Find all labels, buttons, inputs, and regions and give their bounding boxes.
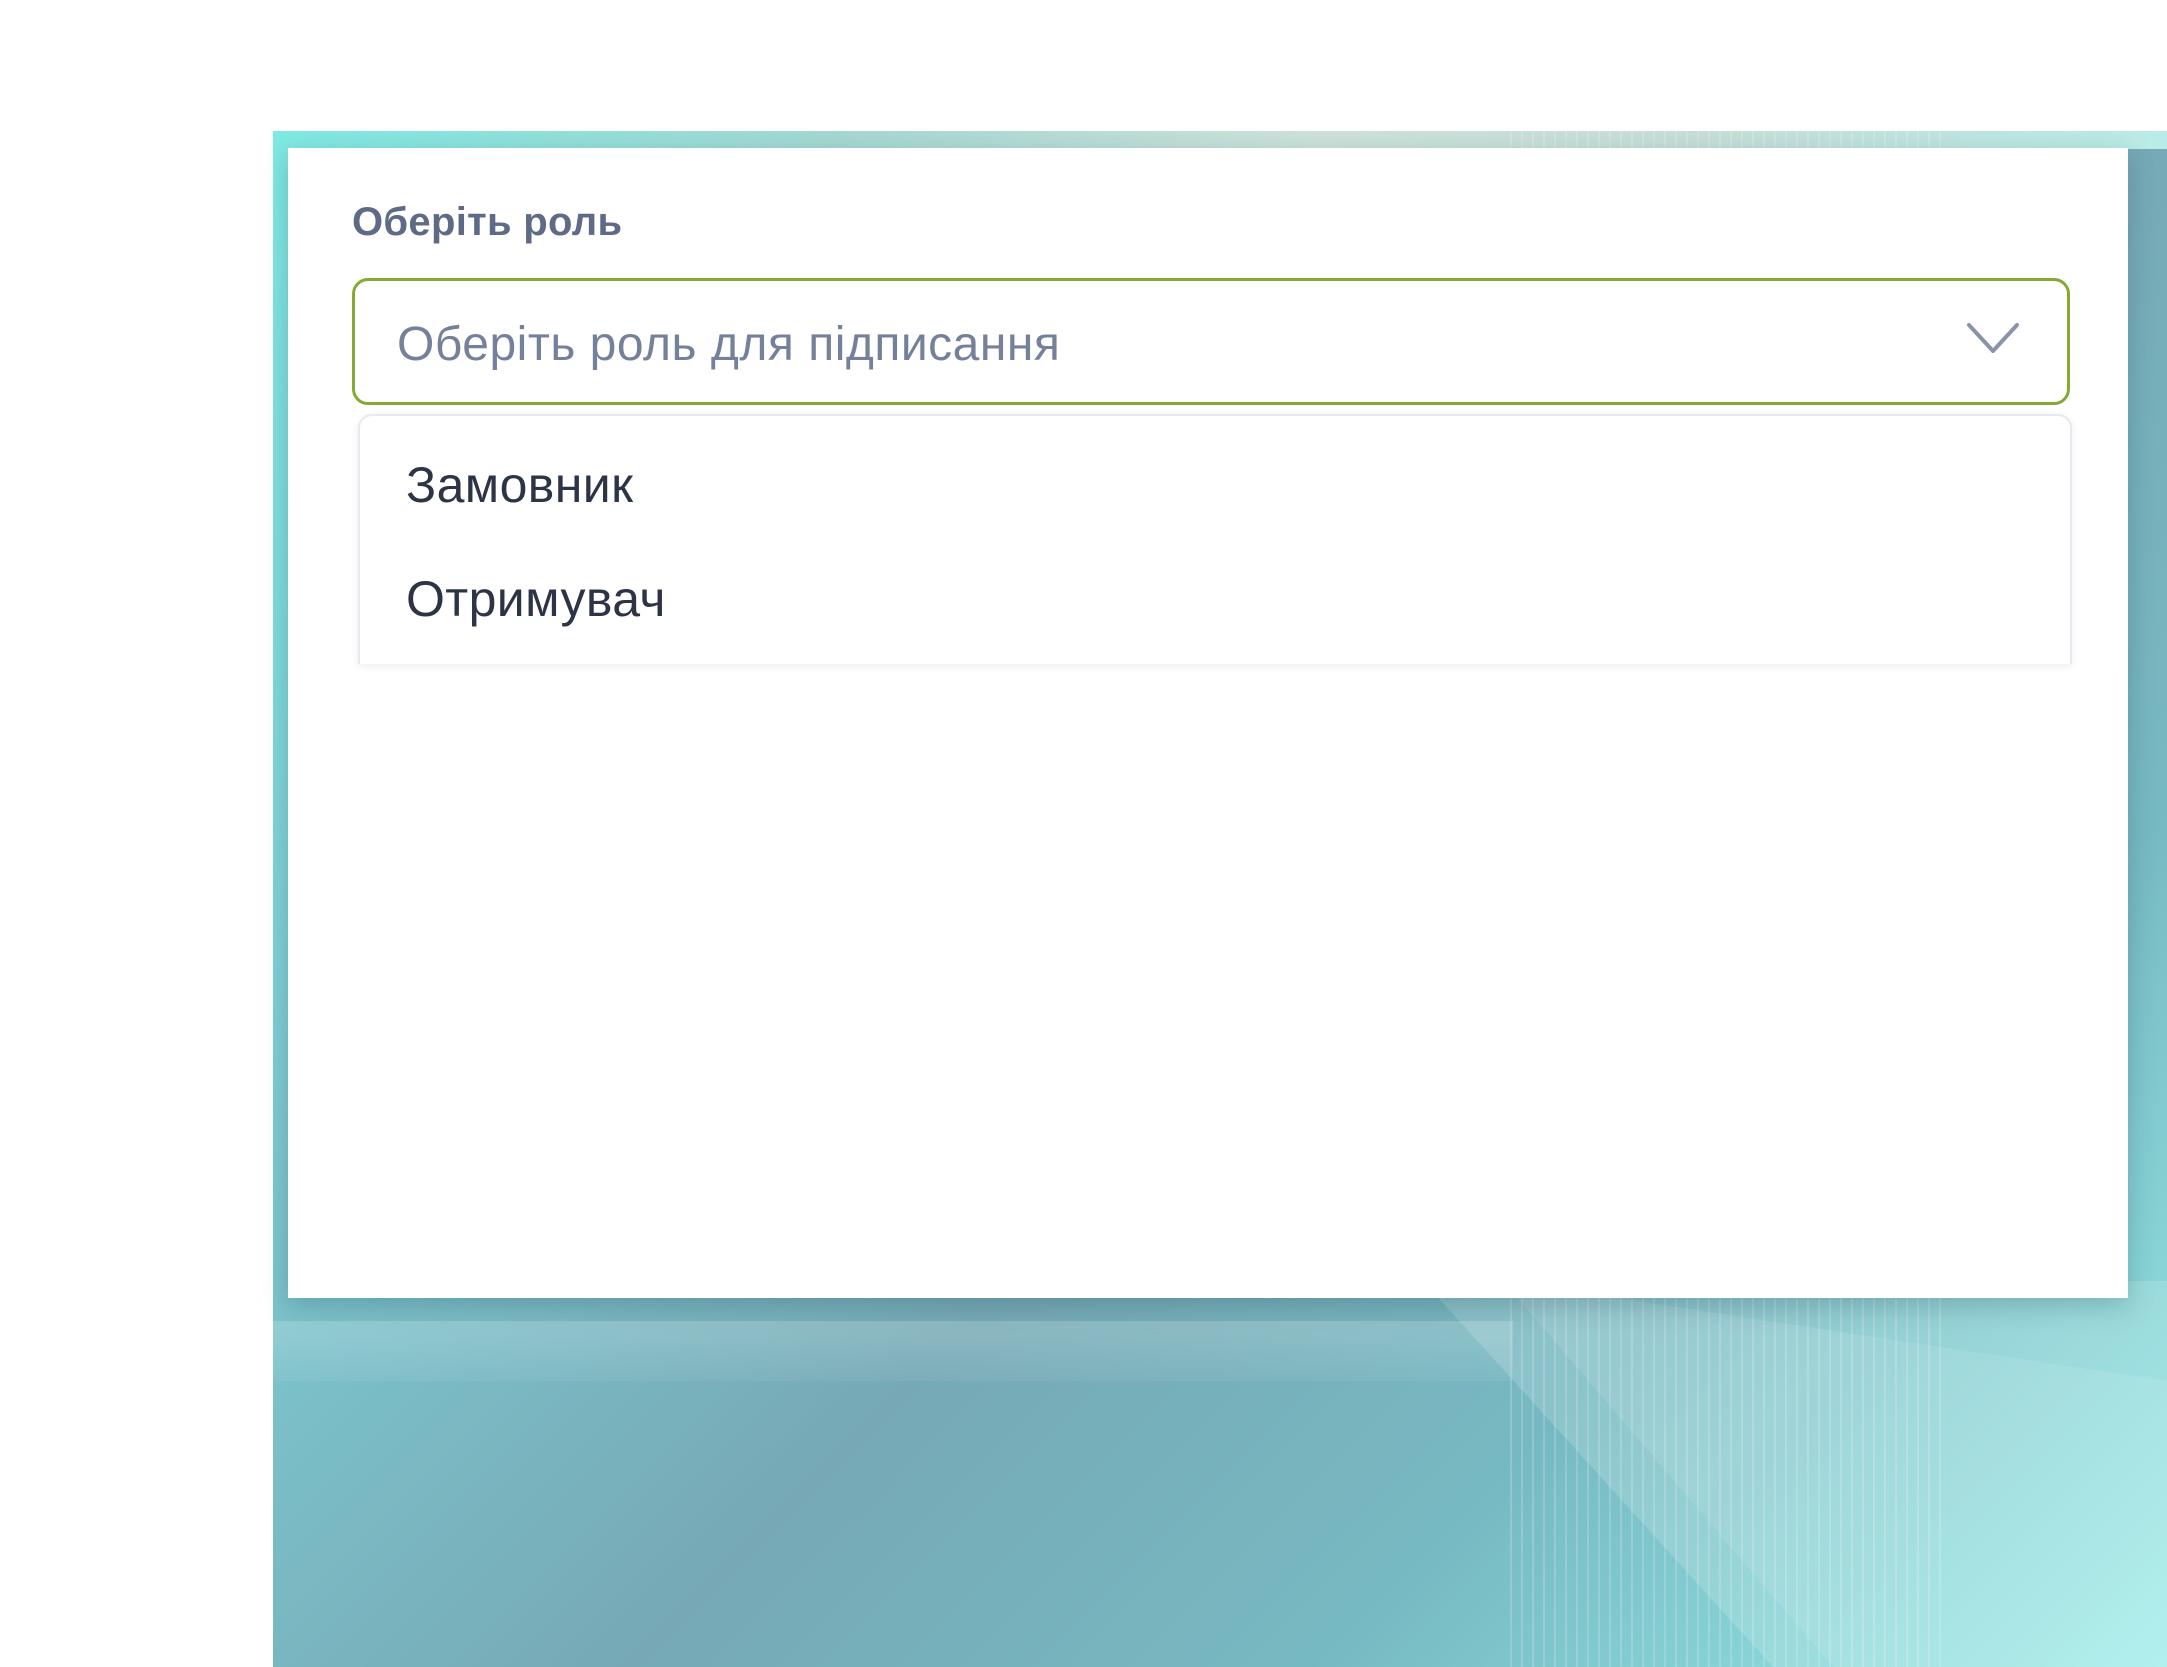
- role-option-recipient[interactable]: Отримувач: [360, 538, 2070, 648]
- background-band: [273, 1321, 1513, 1381]
- role-dropdown-menu: Замовник Отримувач: [358, 414, 2072, 664]
- role-selection-card: Оберіть роль Оберіть роль для підписання…: [288, 148, 2128, 1298]
- role-select-placeholder: Оберіть роль для підписання: [397, 318, 1061, 371]
- role-option-label: Замовник: [406, 457, 634, 513]
- role-option-label: Отримувач: [406, 571, 666, 627]
- role-select[interactable]: Оберіть роль для підписання: [352, 278, 2070, 405]
- role-field-label: Оберіть роль: [352, 200, 623, 244]
- role-option-customer[interactable]: Замовник: [360, 424, 2070, 534]
- chevron-down-icon[interactable]: [1965, 319, 2021, 359]
